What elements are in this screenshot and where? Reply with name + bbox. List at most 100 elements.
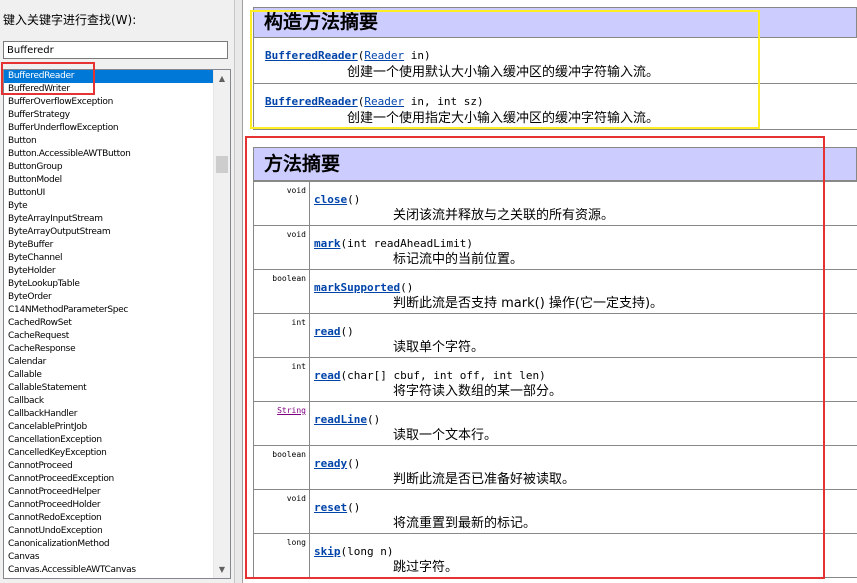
list-item[interactable]: ByteHolder: [4, 265, 213, 278]
scroll-up-button[interactable]: ▲: [214, 70, 230, 87]
list-item[interactable]: CancellationException: [4, 434, 213, 447]
scroll-thumb[interactable]: [216, 156, 228, 173]
return-type: boolean: [272, 450, 306, 459]
splitter[interactable]: [234, 0, 243, 583]
return-type-cell: boolean: [254, 270, 310, 313]
constructor-row: BufferedReader(Reader in) 创建一个使用默认大小输入缓冲区…: [254, 38, 857, 84]
method-description: 将字符读入数组的某一部分。: [393, 384, 563, 399]
list-item[interactable]: CannotUndoException: [4, 525, 213, 538]
method-description: 跳过字符。: [393, 560, 459, 575]
method-link[interactable]: mark: [314, 237, 341, 250]
list-scrollbar[interactable]: ▲ ▼: [213, 70, 230, 578]
method-params: (): [340, 325, 354, 338]
index-panel: 键入关键字进行查找(W): BufferedReaderBufferedWrit…: [0, 0, 234, 583]
list-item[interactable]: Canvas: [4, 551, 213, 564]
method-signature: skip(long n): [314, 540, 393, 559]
method-row: void reset() 将流重置到最新的标记。: [254, 490, 857, 534]
class-listbox[interactable]: BufferedReader BufferedWriter BufferOverfl…: [3, 69, 231, 579]
return-type-cell: void: [254, 226, 310, 269]
method-description: 读取一个文本行。: [393, 428, 498, 443]
method-signature: read(): [314, 320, 354, 339]
list-item[interactable]: Calendar: [4, 356, 213, 369]
method-link[interactable]: read: [314, 325, 341, 338]
list-item[interactable]: CannotRedoException: [4, 512, 213, 525]
list-item[interactable]: BufferedWriter: [4, 83, 213, 96]
method-signature: ready(): [314, 452, 360, 471]
list-item[interactable]: CanonicalizationMethod: [4, 538, 213, 551]
list-item[interactable]: ButtonModel: [4, 174, 213, 187]
method-description: 将流重置到最新的标记。: [393, 516, 537, 531]
list-item[interactable]: Callback: [4, 395, 213, 408]
method-params: (long n): [340, 545, 394, 558]
method-params: (): [347, 501, 361, 514]
list-item[interactable]: BufferUnderflowException: [4, 122, 213, 135]
method-summary-table: void close() 关闭该流并释放与之关联的所有资源。 void mark(int…: [253, 181, 857, 578]
list-item[interactable]: Callable: [4, 369, 213, 382]
list-item[interactable]: CannotProceed: [4, 460, 213, 473]
method-row: boolean ready() 判断此流是否已准备好被读取。: [254, 446, 857, 490]
list-item[interactable]: CannotProceedException: [4, 473, 213, 486]
return-type: int: [291, 318, 306, 327]
constructor-summary-table: BufferedReader(Reader in) 创建一个使用默认大小输入缓冲区…: [253, 38, 857, 130]
method-row: boolean markSupported() 判断此流是否支持 mark() 操作…: [254, 270, 857, 314]
list-item[interactable]: ByteArrayOutputStream: [4, 226, 213, 239]
method-description: 读取单个字符。: [393, 340, 485, 355]
method-link[interactable]: read: [314, 369, 341, 382]
list-item[interactable]: CancelablePrintJob: [4, 421, 213, 434]
list-item[interactable]: Byte: [4, 200, 213, 213]
list-item[interactable]: CancelledKeyException: [4, 447, 213, 460]
return-type-cell: int: [254, 358, 310, 401]
list-item[interactable]: Canvas.AccessibleAWTCanvas: [4, 564, 213, 577]
method-description: 标记流中的当前位置。: [393, 252, 524, 267]
return-type-link[interactable]: String: [277, 406, 306, 415]
list-item[interactable]: Button: [4, 135, 213, 148]
return-type-cell: void: [254, 490, 310, 533]
method-signature: reset(): [314, 496, 360, 515]
list-item[interactable]: ByteLookupTable: [4, 278, 213, 291]
list-item[interactable]: ByteArrayInputStream: [4, 213, 213, 226]
list-item[interactable]: Button.AccessibleAWTButton: [4, 148, 213, 161]
search-input[interactable]: [3, 41, 228, 59]
list-item[interactable]: CacheRequest: [4, 330, 213, 343]
return-type-cell: boolean: [254, 446, 310, 489]
constructor-link[interactable]: BufferedReader: [265, 49, 358, 62]
list-item[interactable]: ButtonGroup: [4, 161, 213, 174]
list-item[interactable]: CachedRowSet: [4, 317, 213, 330]
list-item[interactable]: ByteOrder: [4, 291, 213, 304]
list-item[interactable]: CallableStatement: [4, 382, 213, 395]
return-type-cell: void: [254, 182, 310, 225]
method-row: int read(char[] cbuf, int off, int len) 将字…: [254, 358, 857, 402]
list-item[interactable]: ByteChannel: [4, 252, 213, 265]
method-link[interactable]: markSupported: [314, 281, 400, 294]
return-type: long: [286, 538, 306, 547]
list-item[interactable]: BufferStrategy: [4, 109, 213, 122]
method-link[interactable]: skip: [314, 545, 341, 558]
return-type: void: [286, 186, 306, 195]
return-type-cell: long: [254, 534, 310, 577]
list-item[interactable]: C14NMethodParameterSpec: [4, 304, 213, 317]
method-row: long skip(long n) 跳过字符。: [254, 534, 857, 578]
list-item[interactable]: BufferedReader: [4, 70, 213, 83]
return-type: boolean: [272, 274, 306, 283]
method-row: int read() 读取单个字符。: [254, 314, 857, 358]
constructor-summary-heading: 构造方法摘要: [253, 7, 857, 38]
return-type: void: [286, 230, 306, 239]
constructor-link[interactable]: BufferedReader: [265, 95, 358, 108]
method-signature: readLine(): [314, 408, 380, 427]
list-item[interactable]: ByteBuffer: [4, 239, 213, 252]
scroll-down-button[interactable]: ▼: [214, 561, 230, 578]
list-item[interactable]: ButtonUI: [4, 187, 213, 200]
list-item[interactable]: BufferOverflowException: [4, 96, 213, 109]
list-item[interactable]: CannotProceedHelper: [4, 486, 213, 499]
search-label: 键入关键字进行查找(W):: [3, 13, 137, 27]
list-item[interactable]: CannotProceedHolder: [4, 499, 213, 512]
list-item[interactable]: CallbackHandler: [4, 408, 213, 421]
method-link[interactable]: readLine: [314, 413, 367, 426]
method-link[interactable]: ready: [314, 457, 347, 470]
method-link[interactable]: close: [314, 193, 347, 206]
method-params: (): [347, 457, 361, 470]
list-item[interactable]: CacheResponse: [4, 343, 213, 356]
method-link[interactable]: reset: [314, 501, 347, 514]
constructor-row: BufferedReader(Reader in, int sz) 创建一个使用指…: [254, 84, 857, 130]
method-summary-heading: 方法摘要: [253, 147, 857, 181]
